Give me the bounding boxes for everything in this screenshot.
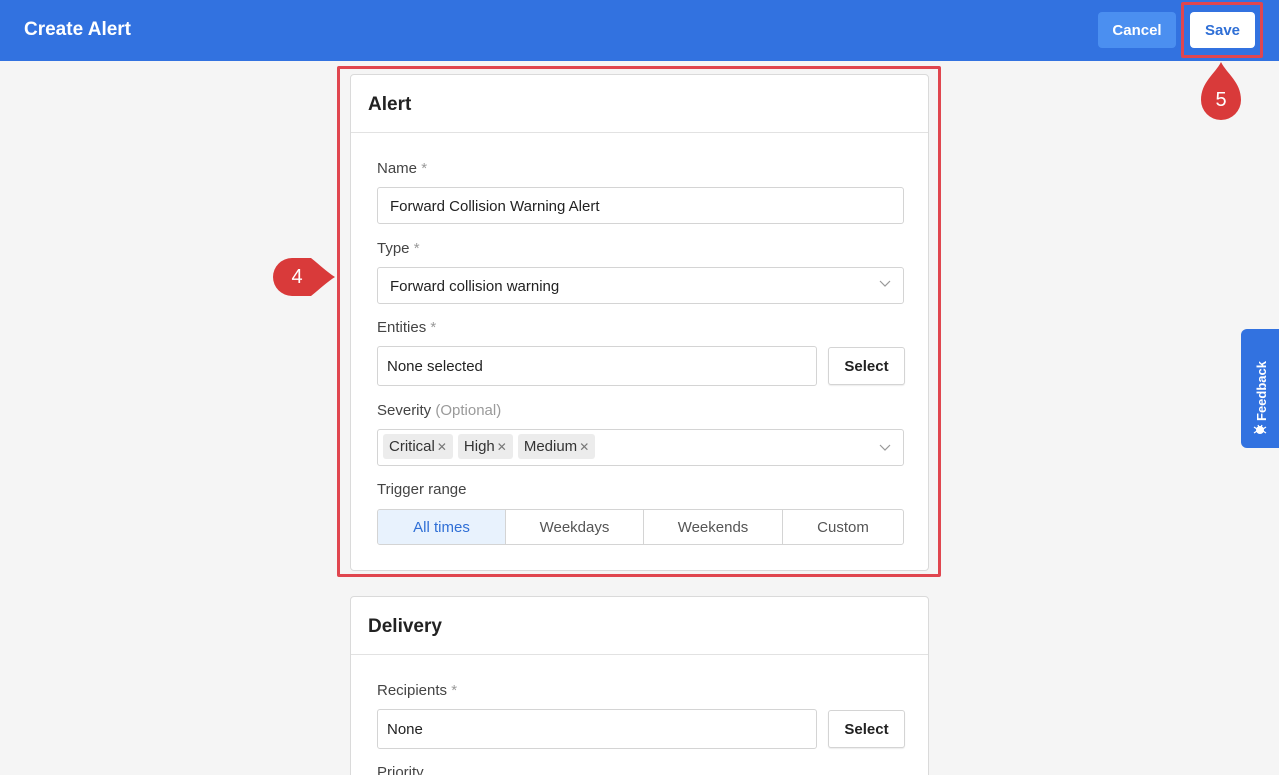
bug-icon xyxy=(1253,424,1267,434)
chevron-down-icon xyxy=(879,280,891,287)
save-highlight-box xyxy=(1181,2,1263,58)
priority-label: Priority xyxy=(377,764,424,775)
feedback-tab[interactable]: Feedback xyxy=(1241,329,1279,448)
trigger-option-weekdays[interactable]: Weekdays xyxy=(505,510,643,544)
feedback-label: Feedback xyxy=(1254,361,1269,421)
recipients-select-button[interactable]: Select xyxy=(828,710,905,748)
remove-tag-icon[interactable]: ✕ xyxy=(497,440,507,454)
top-bar: Create Alert Cancel Save xyxy=(0,0,1279,61)
alert-card: Alert Name * Forward Collision Warning A… xyxy=(350,74,929,571)
name-field[interactable]: Forward Collision Warning Alert xyxy=(377,187,904,224)
entities-label: Entities * xyxy=(377,319,437,336)
trigger-option-all-times[interactable]: All times xyxy=(378,510,505,544)
trigger-option-weekends[interactable]: Weekends xyxy=(643,510,782,544)
remove-tag-icon[interactable]: ✕ xyxy=(579,440,589,454)
delivery-card-title: Delivery xyxy=(351,597,928,655)
recipients-label: Recipients * xyxy=(377,682,458,699)
trigger-range-segmented: All times Weekdays Weekends Custom xyxy=(377,509,904,545)
severity-multiselect[interactable]: Critical ✕ High ✕ Medium ✕ xyxy=(377,429,904,466)
chevron-down-icon xyxy=(879,444,891,451)
entities-field[interactable]: None selected xyxy=(377,346,817,386)
severity-tag: Critical ✕ xyxy=(383,434,453,459)
remove-tag-icon[interactable]: ✕ xyxy=(437,440,447,454)
page-title: Create Alert xyxy=(24,19,132,40)
step-marker-4: 4 xyxy=(273,258,335,296)
severity-tag: High ✕ xyxy=(457,434,513,459)
severity-label: Severity (Optional) xyxy=(377,402,502,419)
type-label: Type * xyxy=(377,240,420,257)
trigger-range-label: Trigger range xyxy=(377,481,467,498)
cancel-button[interactable]: Cancel xyxy=(1098,12,1176,48)
name-label: Name * xyxy=(377,160,428,177)
severity-tag: Medium ✕ xyxy=(517,434,596,459)
recipients-field[interactable]: None xyxy=(377,709,817,749)
entities-select-button[interactable]: Select xyxy=(828,347,905,385)
type-select[interactable]: Forward collision warning xyxy=(377,267,904,304)
delivery-card: Delivery Recipients * None Select Priori… xyxy=(350,596,929,775)
alert-card-title: Alert xyxy=(351,75,928,133)
step-marker-5: 5 xyxy=(1201,62,1241,122)
trigger-option-custom[interactable]: Custom xyxy=(782,510,903,544)
